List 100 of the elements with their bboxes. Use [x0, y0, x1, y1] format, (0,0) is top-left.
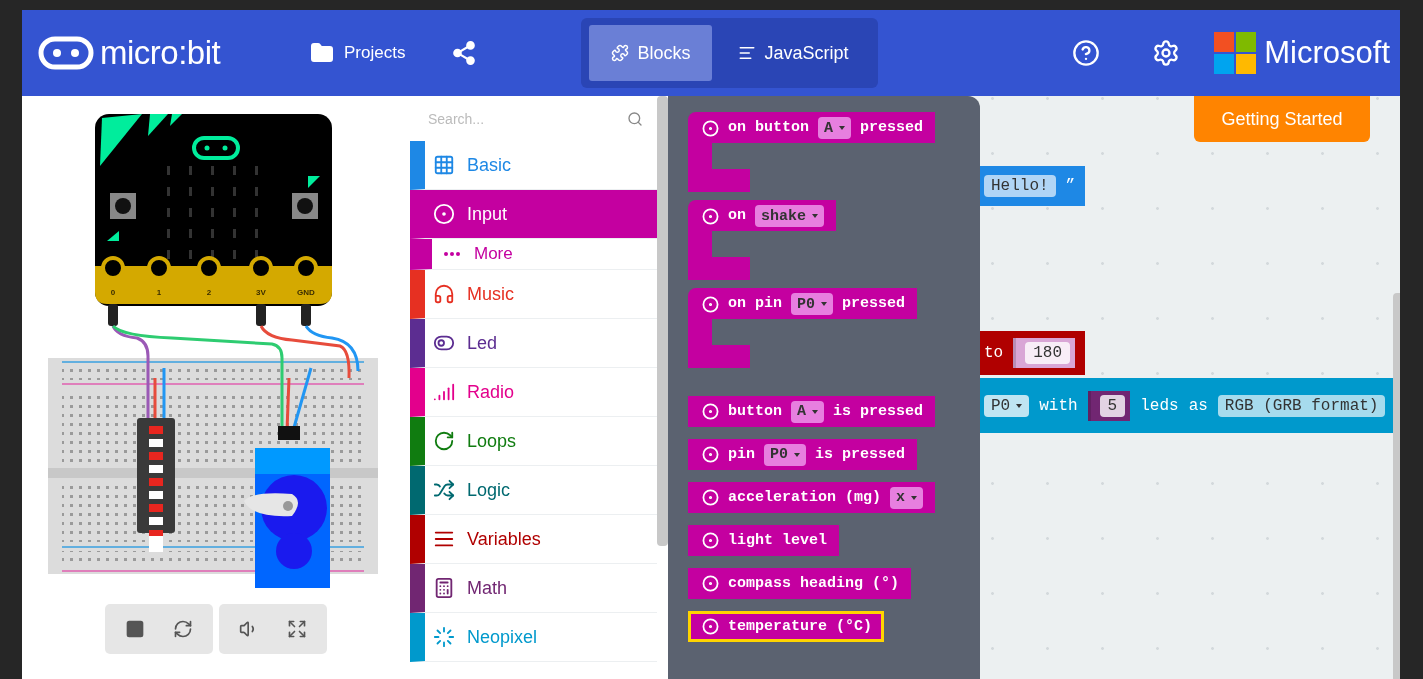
- target-icon: [702, 446, 719, 463]
- editor-tab[interactable]: JavaScript: [716, 25, 871, 81]
- block-dropdown[interactable]: A: [818, 117, 852, 139]
- category-item[interactable]: Led: [410, 319, 657, 368]
- scrollbar[interactable]: [657, 96, 668, 546]
- pin-label: 1: [156, 288, 162, 297]
- fullscreen-icon: [287, 619, 307, 639]
- category-item[interactable]: Logic: [410, 466, 657, 515]
- event-block[interactable]: on pin P0 pressed: [688, 288, 918, 368]
- logo-icon: [38, 36, 94, 70]
- share-icon: [451, 40, 478, 66]
- search-icon: [627, 110, 643, 127]
- block-text-field[interactable]: RGB (GRB format): [1217, 394, 1386, 417]
- category-item[interactable]: Radio: [410, 368, 657, 417]
- block-text: with: [1039, 396, 1078, 415]
- scrollbar[interactable]: [1393, 293, 1400, 679]
- number-field[interactable]: 5: [1099, 394, 1126, 417]
- category-icon: [433, 154, 455, 176]
- category-item[interactable]: Loops: [410, 417, 657, 466]
- category-item[interactable]: Input: [410, 190, 657, 239]
- block-text: on button: [728, 118, 809, 138]
- target-icon: [702, 618, 719, 635]
- category-icon: [433, 479, 455, 501]
- block-text: temperature (°C): [728, 616, 873, 637]
- settings-icon: [1152, 39, 1181, 67]
- target-icon: [702, 575, 719, 592]
- target-icon: [702, 489, 719, 506]
- block-dropdown[interactable]: P0: [791, 293, 834, 315]
- target-icon: [702, 532, 719, 549]
- reporter-block[interactable]: acceleration (mg) x: [688, 482, 936, 513]
- event-block[interactable]: on button A pressed: [688, 112, 936, 192]
- block-text: is pressed: [833, 401, 924, 422]
- category-item[interactable]: Music: [410, 270, 657, 319]
- block-dropdown[interactable]: x: [890, 486, 924, 509]
- block-text: is pressed: [815, 444, 906, 465]
- code-block[interactable]: Hello! ”: [980, 166, 1086, 206]
- reporter-block[interactable]: compass heading (°): [688, 568, 912, 599]
- reporter-block[interactable]: temperature (°C): [688, 611, 885, 642]
- event-block[interactable]: on shake: [688, 200, 837, 280]
- puzzle-icon: [611, 44, 630, 62]
- brand-name: Microsoft: [1264, 35, 1390, 71]
- code-block[interactable]: to 180: [980, 331, 1085, 375]
- caret-icon: [911, 495, 918, 500]
- block-text-field[interactable]: Hello!: [984, 175, 1056, 197]
- category-icon: [433, 203, 455, 225]
- lines-icon: [738, 44, 757, 62]
- category-item[interactable]: Neopixel: [410, 613, 657, 662]
- block-text: on pin: [728, 294, 782, 314]
- caret-icon: [839, 126, 846, 130]
- category-item[interactable]: Basic: [410, 141, 657, 190]
- app-logo-text: micro:bit: [100, 34, 221, 72]
- block-text: light level: [728, 530, 828, 551]
- category-icon: [433, 283, 455, 305]
- pin-label: GND: [297, 288, 315, 297]
- stop-icon: [125, 619, 145, 639]
- pin-label: 2: [206, 288, 212, 297]
- block-text: pressed: [860, 118, 924, 138]
- restart-icon: [173, 619, 193, 639]
- target-icon: [702, 296, 719, 313]
- category-icon: [433, 381, 455, 403]
- reporter-block[interactable]: pin P0 is pressed: [688, 439, 918, 470]
- number-field[interactable]: 180: [1025, 342, 1070, 364]
- target-icon: [702, 208, 719, 225]
- block-text: pressed: [842, 294, 906, 314]
- windows-logo-icon: [1214, 32, 1257, 74]
- block-text: leds: [1140, 396, 1179, 415]
- category-icon: [433, 577, 455, 599]
- search-field[interactable]: Search...: [426, 109, 621, 128]
- folder-icon: [310, 41, 334, 65]
- block-dropdown[interactable]: A: [791, 400, 825, 423]
- caret-icon: [812, 214, 819, 218]
- caret-icon: [794, 452, 801, 457]
- block-text: as: [1188, 396, 1208, 415]
- block-dropdown[interactable]: P0: [764, 443, 807, 466]
- block-text: pin: [728, 444, 755, 465]
- block-text: to: [984, 344, 1004, 362]
- target-icon: [702, 120, 719, 137]
- pin-label: 3V: [256, 288, 266, 297]
- help-icon: [1072, 39, 1101, 67]
- block-text: ”: [1065, 177, 1076, 195]
- subcategory-item[interactable]: More: [410, 239, 657, 270]
- editor-tab[interactable]: Blocks: [589, 25, 713, 81]
- reporter-block[interactable]: light level: [688, 525, 840, 556]
- category-item[interactable]: Math: [410, 564, 657, 613]
- code-block[interactable]: P0 with 5 leds as RGB (GRB format): [980, 378, 1396, 433]
- projects-button[interactable]: Projects: [304, 35, 412, 71]
- block-text: acceleration (mg): [728, 487, 882, 508]
- dots-icon: [444, 252, 460, 256]
- category-item[interactable]: Variables: [410, 515, 657, 564]
- category-icon: [433, 626, 455, 648]
- target-icon: [702, 403, 719, 420]
- block-text: button: [728, 401, 782, 422]
- block-text: on: [728, 206, 746, 226]
- category-icon: [433, 430, 455, 452]
- caret-icon: [812, 409, 819, 414]
- block-dropdown[interactable]: shake: [755, 205, 825, 227]
- block-text: compass heading (°): [728, 573, 900, 594]
- reporter-block[interactable]: button A is pressed: [688, 396, 936, 427]
- block-dropdown[interactable]: P0: [984, 394, 1030, 417]
- caret-icon: [821, 302, 828, 306]
